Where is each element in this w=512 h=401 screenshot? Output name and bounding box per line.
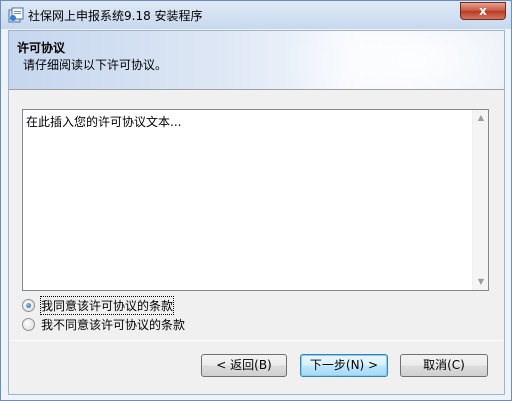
license-scrollbar[interactable]: ▲ ▼ [472, 110, 488, 290]
page-title: 许可协议 [17, 41, 66, 55]
footer-divider [9, 340, 504, 341]
next-button[interactable]: 下一步(N) > [300, 354, 388, 377]
client-area: 许可协议 请仔细阅读以下许可协议。 在此插入您的许可协议文本... ▲ ▼ 我同… [8, 30, 505, 395]
installer-app-icon [8, 7, 24, 23]
decline-option[interactable]: 我不同意该许可协议的条款 [22, 316, 185, 332]
close-button[interactable]: x [460, 2, 506, 20]
decline-radio-label[interactable]: 我不同意该许可协议的条款 [41, 316, 185, 333]
back-button[interactable]: < 返回(B) [201, 354, 287, 377]
accept-radio-label[interactable]: 我同意该许可协议的条款 [39, 295, 175, 315]
title-bar[interactable]: 社保网上申报系统9.18 安装程序 x [1, 1, 511, 29]
installer-window: 社保网上申报系统9.18 安装程序 x 许可协议 请仔细阅读以下许可协议。 在此… [0, 0, 512, 401]
page-subtitle: 请仔细阅读以下许可协议。 [23, 58, 168, 72]
page-header: 许可协议 请仔细阅读以下许可协议。 [9, 31, 504, 90]
decline-radio[interactable] [22, 317, 35, 331]
window-title: 社保网上申报系统9.18 安装程序 [28, 9, 203, 23]
scroll-down-icon[interactable]: ▼ [473, 274, 489, 290]
accept-radio[interactable] [22, 298, 35, 312]
license-textbox[interactable]: 在此插入您的许可协议文本... ▲ ▼ [22, 109, 489, 291]
scroll-up-icon[interactable]: ▲ [473, 110, 489, 126]
accept-option[interactable]: 我同意该许可协议的条款 [22, 295, 175, 315]
cancel-button[interactable]: 取消(C) [400, 354, 488, 377]
license-text: 在此插入您的许可协议文本... [26, 115, 182, 129]
